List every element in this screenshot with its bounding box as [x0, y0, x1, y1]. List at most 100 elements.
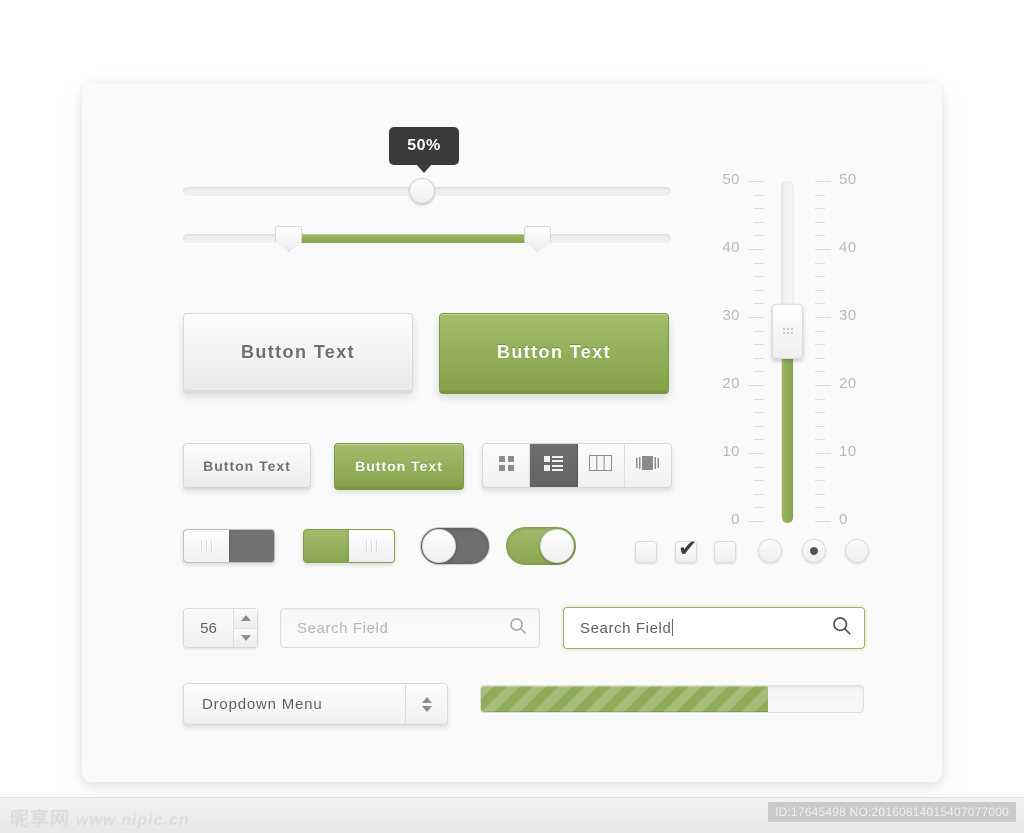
- scale-tick-minor: [815, 208, 825, 210]
- checkbox-unchecked-1[interactable]: [635, 541, 657, 563]
- triangle-up-icon: [240, 615, 251, 622]
- primary-button-green[interactable]: Button Text: [439, 313, 669, 391]
- stepper-increment-button[interactable]: [234, 609, 257, 629]
- triangle-up-icon: [421, 696, 432, 703]
- scale-label: 30: [839, 307, 857, 324]
- radio-unselected-2[interactable]: [845, 539, 869, 563]
- scale-label: 30: [722, 307, 740, 324]
- scale-tick-minor: [754, 235, 764, 237]
- round-toggle-on[interactable]: [506, 527, 576, 565]
- segment-list-view[interactable]: [530, 444, 578, 487]
- search-input-placeholder[interactable]: Search Field: [297, 620, 509, 637]
- search-field-empty[interactable]: Search Field: [280, 608, 540, 648]
- segment-grid-view[interactable]: [483, 444, 531, 487]
- up-down-arrows-icon[interactable]: [405, 684, 447, 724]
- tooltip-value: 50%: [407, 137, 441, 154]
- scale-tick-major: [815, 249, 831, 250]
- triangle-down-icon: [240, 634, 251, 641]
- number-stepper[interactable]: 56: [183, 608, 258, 648]
- button-label: Button Text: [355, 457, 443, 474]
- watermark-logo-cn: 昵享网: [10, 809, 71, 830]
- scale-tick-minor: [815, 412, 825, 414]
- scale-tick-minor: [815, 466, 825, 468]
- vertical-scale-right: 0 10 20 30 40 50: [815, 171, 877, 528]
- grip-lines-icon: [365, 539, 378, 553]
- tooltip-arrow-icon: [416, 164, 432, 173]
- radio-selected[interactable]: [802, 539, 826, 563]
- search-icon[interactable]: [832, 616, 852, 640]
- scale-label: 50: [839, 171, 857, 188]
- square-toggle-on[interactable]: [303, 529, 395, 563]
- secondary-button-green[interactable]: Button Text: [334, 443, 464, 488]
- vertical-scale-left: 0 10 20 30 40 50: [702, 171, 764, 528]
- button-label: Button Text: [203, 457, 291, 474]
- scale-tick-minor: [754, 439, 764, 441]
- toggle-handle[interactable]: [349, 530, 394, 562]
- scale-tick-minor: [815, 330, 825, 332]
- scale-tick-minor: [815, 221, 825, 223]
- primary-button-light[interactable]: Button Text: [183, 313, 413, 391]
- scale-tick-minor: [754, 480, 764, 482]
- scale-tick-major: [748, 385, 764, 386]
- scale-tick-minor: [754, 371, 764, 373]
- stepper-decrement-button[interactable]: [234, 628, 257, 647]
- segment-coverflow-view[interactable]: [625, 444, 671, 487]
- secondary-button-light[interactable]: Button Text: [183, 443, 311, 488]
- search-input-value[interactable]: Search Field: [580, 619, 832, 637]
- square-toggle-off[interactable]: [183, 529, 275, 563]
- progress-bar-fill: [481, 686, 768, 712]
- watermark-logo: 昵享网 www.nipic.cn: [10, 804, 190, 831]
- scale-tick-major: [748, 453, 764, 454]
- checkmark-icon: ✔: [678, 535, 698, 561]
- scale-tick-minor: [754, 208, 764, 210]
- column-view-icon: [589, 455, 613, 476]
- scale-tick-minor: [815, 276, 825, 278]
- slider-value-tooltip: 50%: [389, 127, 459, 173]
- vertical-slider-fill: [782, 332, 793, 523]
- scale-tick-minor: [815, 439, 825, 441]
- scale-label: 10: [839, 443, 857, 460]
- scale-tick-minor: [815, 398, 825, 400]
- radio-dot-icon: [810, 547, 818, 555]
- segmented-view-control[interactable]: [482, 443, 672, 488]
- scale-tick-minor: [754, 425, 764, 427]
- radio-unselected-1[interactable]: [758, 539, 782, 563]
- progress-bar: [480, 685, 864, 713]
- scale-tick-major: [815, 521, 831, 522]
- scale-tick-minor: [815, 262, 825, 264]
- scale-label: 10: [722, 443, 740, 460]
- round-toggle-off[interactable]: [420, 527, 490, 565]
- stepper-value[interactable]: 56: [184, 609, 233, 647]
- scale-label: 0: [731, 511, 740, 528]
- toggle-handle[interactable]: [184, 530, 229, 562]
- watermark-id: ID:17645498 NO:20160814015407077000: [768, 802, 1016, 822]
- toggle-handle[interactable]: [540, 529, 574, 563]
- scale-tick-minor: [815, 507, 825, 509]
- scale-tick-minor: [815, 194, 825, 196]
- button-label: Button Text: [496, 341, 612, 362]
- range-slider-handle-high[interactable]: [524, 226, 551, 252]
- vertical-slider-handle[interactable]: [772, 303, 803, 359]
- checkbox-unchecked-2[interactable]: [714, 541, 736, 563]
- scale-tick-minor: [754, 289, 764, 291]
- scale-tick-major: [748, 181, 764, 182]
- range-slider-handle-low[interactable]: [275, 226, 302, 252]
- segment-column-view[interactable]: [578, 444, 625, 487]
- coverflow-view-icon: [636, 455, 660, 476]
- search-icon[interactable]: [509, 617, 527, 639]
- scale-tick-major: [748, 317, 764, 318]
- vertical-slider[interactable]: 0 10 20 30 40 50 0 10 20 30 40 50: [702, 171, 877, 528]
- scale-tick-minor: [754, 398, 764, 400]
- dot-grip-icon: [782, 328, 793, 335]
- scale-label: 20: [722, 375, 740, 392]
- single-slider-handle[interactable]: [409, 178, 435, 204]
- scale-tick-minor: [815, 480, 825, 482]
- scale-tick-minor: [754, 262, 764, 264]
- toggle-handle[interactable]: [422, 529, 456, 563]
- scale-tick-minor: [754, 194, 764, 196]
- dropdown-menu[interactable]: Dropdown Menu: [183, 683, 448, 725]
- search-field-focused[interactable]: Search Field: [563, 607, 865, 649]
- scale-tick-major: [748, 249, 764, 250]
- checkbox-checked[interactable]: ✔: [675, 537, 697, 563]
- scale-tick-minor: [754, 507, 764, 509]
